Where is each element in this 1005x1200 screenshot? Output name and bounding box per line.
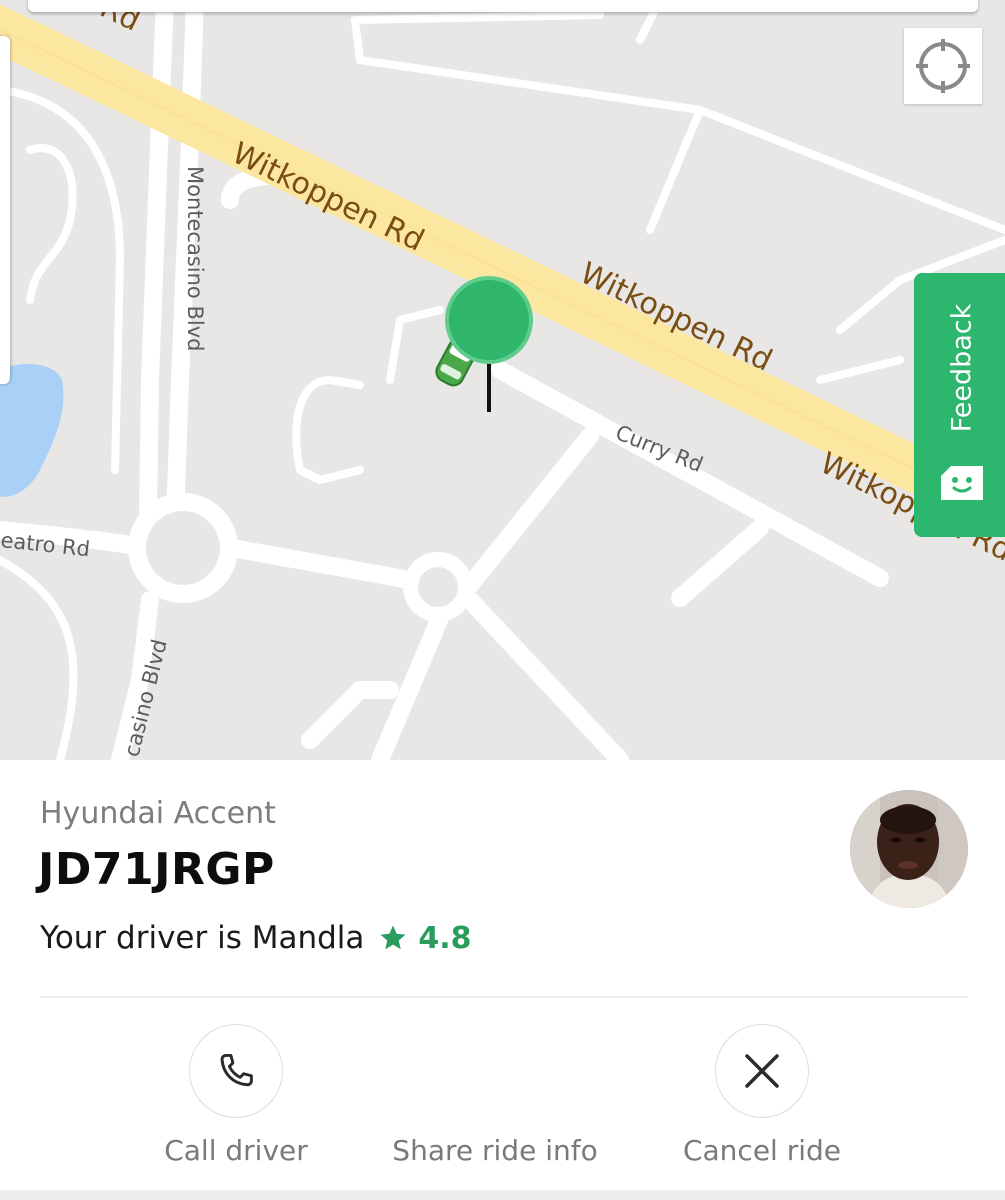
phone-icon bbox=[220, 1053, 253, 1087]
panel-divider bbox=[40, 996, 968, 998]
driver-avatar[interactable] bbox=[850, 790, 968, 908]
cancel-ride-action[interactable]: Cancel ride bbox=[683, 1024, 841, 1167]
feedback-label[interactable]: Feedback bbox=[947, 304, 978, 433]
driver-info: Your driver is Mandla 4.8 bbox=[40, 920, 472, 956]
star-icon bbox=[380, 925, 406, 950]
close-icon bbox=[745, 1054, 779, 1088]
system-bottom-bar bbox=[0, 1190, 1005, 1200]
side-drawer-handle[interactable] bbox=[0, 36, 10, 384]
driver-rating: 4.8 bbox=[418, 920, 472, 956]
driver-photo bbox=[850, 790, 968, 908]
locate-me-button[interactable] bbox=[904, 28, 982, 104]
license-plate: JD71JRGP bbox=[38, 844, 275, 895]
map-view[interactable]: Rd Witkoppen Rd Witkoppen Rd Witkoppen R… bbox=[0, 0, 1005, 760]
ride-details-panel: Hyundai Accent JD71JRGP Your driver is M… bbox=[0, 760, 1005, 1200]
call-driver-button[interactable] bbox=[189, 1024, 283, 1118]
cancel-ride-label[interactable]: Cancel ride bbox=[683, 1134, 841, 1167]
car-model: Hyundai Accent bbox=[40, 796, 276, 831]
street-label-montecasino-upper: Montecasino Blvd bbox=[183, 166, 207, 351]
driver-name-text: Your driver is Mandla bbox=[40, 920, 365, 956]
cancel-ride-button[interactable] bbox=[715, 1024, 809, 1118]
pickup-pin-icon bbox=[445, 276, 533, 412]
search-bar[interactable] bbox=[28, 0, 978, 12]
call-driver-label[interactable]: Call driver bbox=[164, 1134, 308, 1167]
call-driver-action[interactable]: Call driver bbox=[164, 1024, 308, 1167]
crosshair-icon bbox=[916, 39, 970, 93]
smiley-icon bbox=[941, 466, 983, 500]
share-ride-label[interactable]: Share ride info bbox=[392, 1134, 597, 1167]
